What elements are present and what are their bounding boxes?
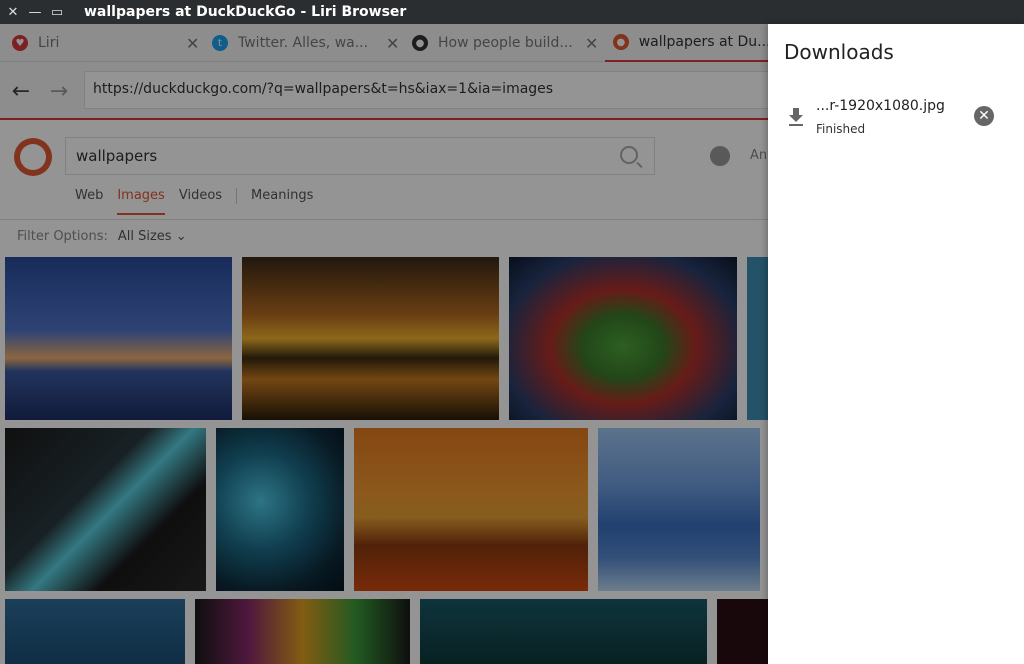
download-item[interactable]: ...r-1920x1080.jpg Finished ✕ xyxy=(768,94,1024,144)
close-icon: ✕ xyxy=(978,108,990,124)
download-status: Finished xyxy=(816,122,866,136)
window-title: wallpapers at DuckDuckGo - Liri Browser xyxy=(84,4,407,20)
minimize-window-button[interactable]: — xyxy=(26,0,44,24)
close-window-button[interactable]: ✕ xyxy=(4,0,22,24)
window-titlebar: ✕ — ▭ wallpapers at DuckDuckGo - Liri Br… xyxy=(0,0,1024,24)
download-icon xyxy=(789,108,803,126)
remove-download-button[interactable]: ✕ xyxy=(974,106,994,126)
downloads-drawer: Downloads ...r-1920x1080.jpg Finished ✕ xyxy=(768,24,1024,664)
downloads-title: Downloads xyxy=(784,40,894,64)
modal-scrim[interactable] xyxy=(0,24,768,664)
download-filename: ...r-1920x1080.jpg xyxy=(816,98,945,114)
maximize-window-button[interactable]: ▭ xyxy=(48,0,66,24)
